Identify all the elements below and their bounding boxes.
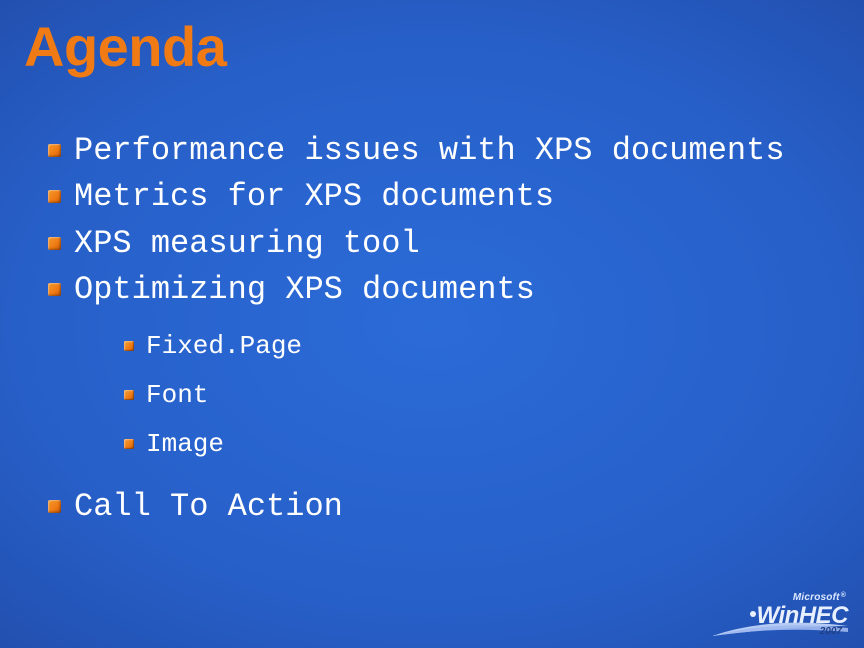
list-item: Metrics for XPS documents bbox=[40, 174, 840, 220]
slide: Agenda Performance issues with XPS docum… bbox=[0, 0, 864, 648]
list-item-label: Optimizing XPS documents bbox=[74, 271, 535, 308]
list-item-label: Image bbox=[146, 429, 224, 459]
event-logo: Microsoft® WinHEC 2007 bbox=[710, 592, 850, 638]
dot-icon bbox=[750, 611, 756, 617]
event-year: 2007 bbox=[820, 626, 842, 637]
list-item-label: Call To Action bbox=[74, 488, 343, 525]
bullet-list-level2: Fixed.Page Font Image bbox=[74, 322, 840, 470]
list-item: Font bbox=[118, 371, 840, 420]
list-item-label: Font bbox=[146, 380, 208, 410]
list-item: XPS measuring tool bbox=[40, 221, 840, 267]
list-item-label: Fixed.Page bbox=[146, 331, 302, 361]
list-item-label: Metrics for XPS documents bbox=[74, 178, 554, 215]
slide-content: Performance issues with XPS documents Me… bbox=[40, 128, 840, 530]
list-item: Fixed.Page bbox=[118, 322, 840, 371]
list-item: Call To Action bbox=[40, 484, 840, 530]
list-item-label: Performance issues with XPS documents bbox=[74, 132, 785, 169]
bullet-list-level1: Performance issues with XPS documents Me… bbox=[40, 128, 840, 530]
list-item: Optimizing XPS documents Fixed.Page Font… bbox=[40, 267, 840, 470]
registered-icon: ® bbox=[841, 592, 846, 599]
slide-title: Agenda bbox=[24, 18, 226, 77]
list-item: Image bbox=[118, 420, 840, 469]
list-item: Performance issues with XPS documents bbox=[40, 128, 840, 174]
list-item-label: XPS measuring tool bbox=[74, 225, 420, 262]
